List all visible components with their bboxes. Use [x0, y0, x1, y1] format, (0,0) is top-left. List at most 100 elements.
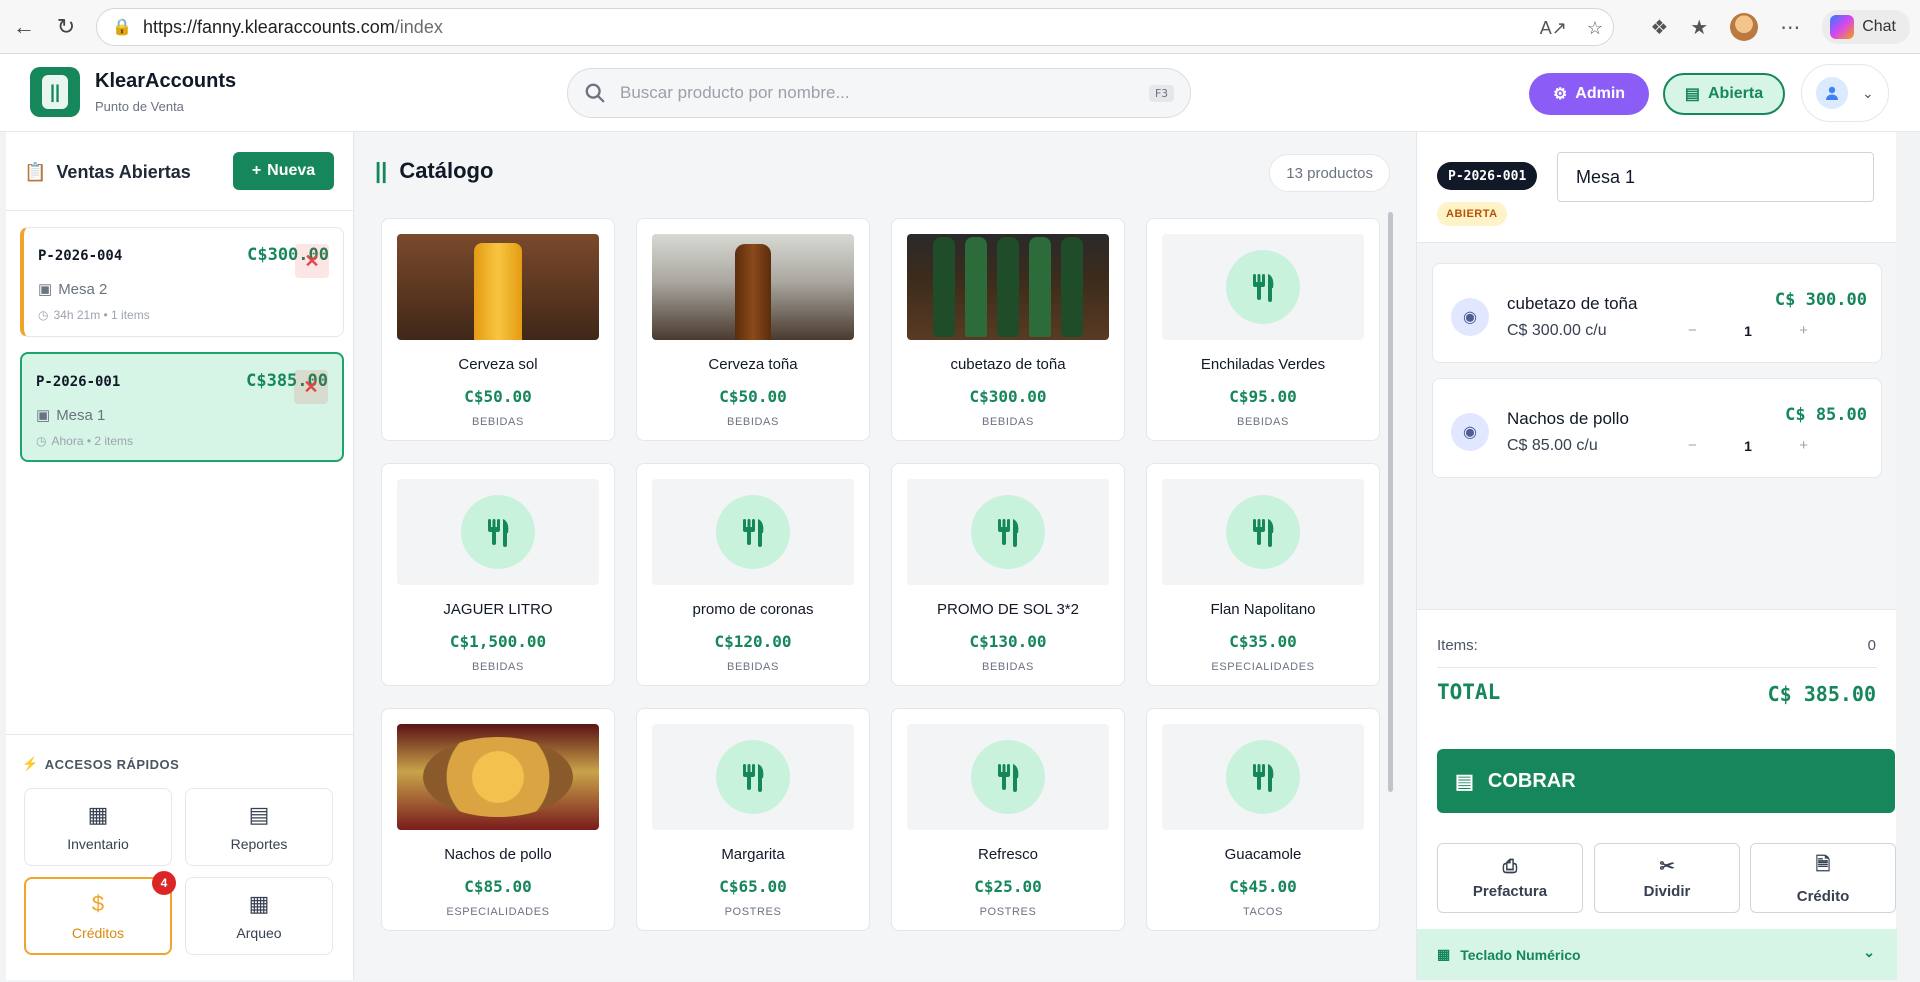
calculator-icon: ▦ — [248, 891, 270, 916]
sale-meta: ◷ Ahora • 2 items — [36, 434, 133, 448]
credit-button[interactable]: 🗎 Crédito — [1750, 843, 1896, 913]
product-card[interactable]: Guacamole C$45.00 TACOS — [1146, 708, 1380, 931]
new-sale-button[interactable]: + Nueva — [233, 152, 334, 190]
bolt-icon: ⚡ — [22, 756, 39, 771]
delete-sale-icon[interactable]: ✕ — [295, 244, 329, 278]
more-icon[interactable]: ⋯ — [1780, 15, 1800, 40]
table-name-input[interactable] — [1557, 152, 1874, 202]
product-search[interactable]: F3 — [567, 68, 1191, 118]
product-card[interactable]: promo de coronas C$120.00 BEBIDAS — [636, 463, 870, 686]
split-button[interactable]: ✂ Dividir — [1594, 843, 1740, 913]
product-category: BEBIDAS — [982, 661, 1034, 673]
pre-invoice-button[interactable]: ⎙ Prefactura — [1437, 843, 1583, 913]
product-category: BEBIDAS — [727, 416, 779, 428]
bottle-shape — [933, 237, 955, 337]
sale-table-label: Mesa 2 — [58, 280, 108, 298]
product-placeholder — [1162, 234, 1364, 340]
numeric-keypad-toggle[interactable]: ▦ Teclado Numérico ⌄ — [1417, 929, 1897, 980]
product-card[interactable]: Refresco C$25.00 POSTRES — [891, 708, 1125, 931]
product-name: Guacamole — [1224, 846, 1302, 863]
open-sales-title: 📋 Ventas Abiertas — [24, 162, 191, 183]
bottle-shape — [1061, 237, 1083, 337]
minus-button[interactable]: − — [1688, 322, 1697, 339]
cash-count-button[interactable]: ▦ Arqueo — [185, 877, 333, 955]
product-card[interactable]: PROMO DE SOL 3*2 C$130.00 BEBIDAS — [891, 463, 1125, 686]
favorites-icon[interactable]: ★ — [1690, 15, 1708, 40]
charge-button[interactable]: ▤ COBRAR — [1437, 749, 1895, 813]
inventory-button[interactable]: ▦ Inventario — [24, 788, 172, 866]
chat-button[interactable]: Chat — [1822, 10, 1910, 44]
search-icon — [585, 83, 605, 103]
reports-button[interactable]: ▤ Reportes — [185, 788, 333, 866]
address-bar[interactable]: 🔒 https://fanny.klearaccounts.com/index … — [96, 8, 1614, 46]
product-name: PROMO DE SOL 3*2 — [937, 601, 1079, 618]
reports-label: Reportes — [230, 836, 288, 852]
order-item[interactable]: ◉ cubetazo de toña C$ 300.00 c/u C$ 300.… — [1432, 263, 1882, 363]
product-card[interactable]: cubetazo de toña C$300.00 BEBIDAS — [891, 218, 1125, 441]
app-logo[interactable]: || — [30, 67, 80, 117]
delete-sale-icon[interactable]: ✕ — [294, 370, 328, 404]
extensions-icon[interactable]: ❖ — [1650, 15, 1668, 40]
quantity-stepper: − 1 + — [1688, 322, 1808, 339]
product-card[interactable]: Margarita C$65.00 POSTRES — [636, 708, 870, 931]
product-name: JAGUER LITRO — [443, 601, 553, 618]
admin-button[interactable]: ⚙ Admin — [1529, 73, 1649, 115]
product-name: Enchiladas Verdes — [1200, 356, 1326, 373]
utensils-icon — [1226, 250, 1300, 324]
product-card[interactable]: Enchiladas Verdes C$95.00 BEBIDAS — [1146, 218, 1380, 441]
product-card[interactable]: Cerveza sol C$50.00 BEBIDAS — [381, 218, 615, 441]
utensils-icon — [716, 495, 790, 569]
minus-button[interactable]: − — [1688, 437, 1697, 454]
invoice-dollar-icon: $ — [91, 891, 105, 916]
sale-table-label: Mesa 1 — [56, 406, 106, 424]
sale-code: P-2026-004 — [38, 248, 123, 264]
plus-button[interactable]: + — [1799, 437, 1808, 454]
product-card[interactable]: Cerveza toña C$50.00 BEBIDAS — [636, 218, 870, 441]
utensils-icon — [971, 495, 1045, 569]
product-price: C$120.00 — [714, 632, 792, 651]
product-placeholder — [1162, 724, 1364, 830]
cash-register-icon: ▤ — [1684, 86, 1700, 103]
read-aloud-icon[interactable]: A↗ — [1540, 18, 1567, 39]
clock-icon: ◷ — [36, 434, 47, 448]
product-card[interactable]: JAGUER LITRO C$1,500.00 BEBIDAS — [381, 463, 615, 686]
open-sale-card[interactable]: P-2026-004 C$300.00 ✕ ▣ Mesa 2 ◷ 34h 21m… — [20, 227, 344, 337]
browser-toolbar: ← ↻ 🔒 https://fanny.klearaccounts.com/in… — [0, 0, 1920, 54]
total-label: TOTAL — [1437, 680, 1501, 704]
item-unit-price: C$ 300.00 c/u — [1507, 322, 1607, 339]
quick-access-title-text: ACCESOS RÁPIDOS — [44, 756, 180, 772]
product-category: BEBIDAS — [982, 416, 1034, 428]
refresh-icon[interactable]: ↻ — [48, 9, 84, 45]
plate-icon: ◉ — [1451, 413, 1489, 451]
open-sales-title-text: Ventas Abiertas — [56, 162, 191, 182]
plus-button[interactable]: + — [1799, 322, 1808, 339]
search-input[interactable] — [620, 83, 1120, 103]
open-sale-card-active[interactable]: P-2026-001 C$385.00 ✕ ▣ Mesa 1 ◷ Ahora •… — [20, 352, 344, 462]
order-item[interactable]: ◉ Nachos de pollo C$ 85.00 c/u C$ 85.00 … — [1432, 378, 1882, 478]
product-category: BEBIDAS — [1237, 416, 1289, 428]
credits-badge: 4 — [152, 871, 176, 895]
brand-title: KlearAccounts — [95, 70, 237, 92]
product-card[interactable]: Flan Napolitano C$35.00 ESPECIALIDADES — [1146, 463, 1380, 686]
profile-avatar[interactable] — [1730, 13, 1759, 41]
quick-access-title: ⚡ ACCESOS RÁPIDOS — [22, 756, 179, 772]
bottle-shape — [1029, 237, 1051, 337]
open-sales-sidebar: 📋 Ventas Abiertas + Nueva P-2026-004 C$3… — [6, 132, 354, 980]
back-icon[interactable]: ← — [6, 9, 42, 45]
cash-register-status-button[interactable]: ▤ Abierta — [1663, 73, 1785, 115]
product-card[interactable]: Nachos de pollo C$85.00 ESPECIALIDADES — [381, 708, 615, 931]
utensils-icon — [971, 740, 1045, 814]
product-price: C$50.00 — [719, 387, 787, 406]
quantity-value: 1 — [1744, 437, 1752, 454]
credits-button[interactable]: $ Créditos 4 — [24, 871, 176, 955]
document-icon: 🗎 — [1815, 853, 1831, 874]
product-name: promo de coronas — [692, 601, 814, 618]
product-category: POSTRES — [979, 906, 1037, 918]
user-menu[interactable]: ⌄ — [1801, 64, 1889, 122]
url-path: /index — [394, 16, 443, 37]
favorite-star-icon[interactable]: ☆ — [1587, 18, 1603, 39]
app-header: || KlearAccounts Punto de Venta F3 ⚙ Adm… — [0, 54, 1920, 132]
utensils-icon — [716, 740, 790, 814]
scrollbar[interactable] — [1388, 212, 1393, 792]
order-panel: P-2026-001 ABIERTA ◉ cubetazo de toña C$… — [1416, 132, 1897, 980]
